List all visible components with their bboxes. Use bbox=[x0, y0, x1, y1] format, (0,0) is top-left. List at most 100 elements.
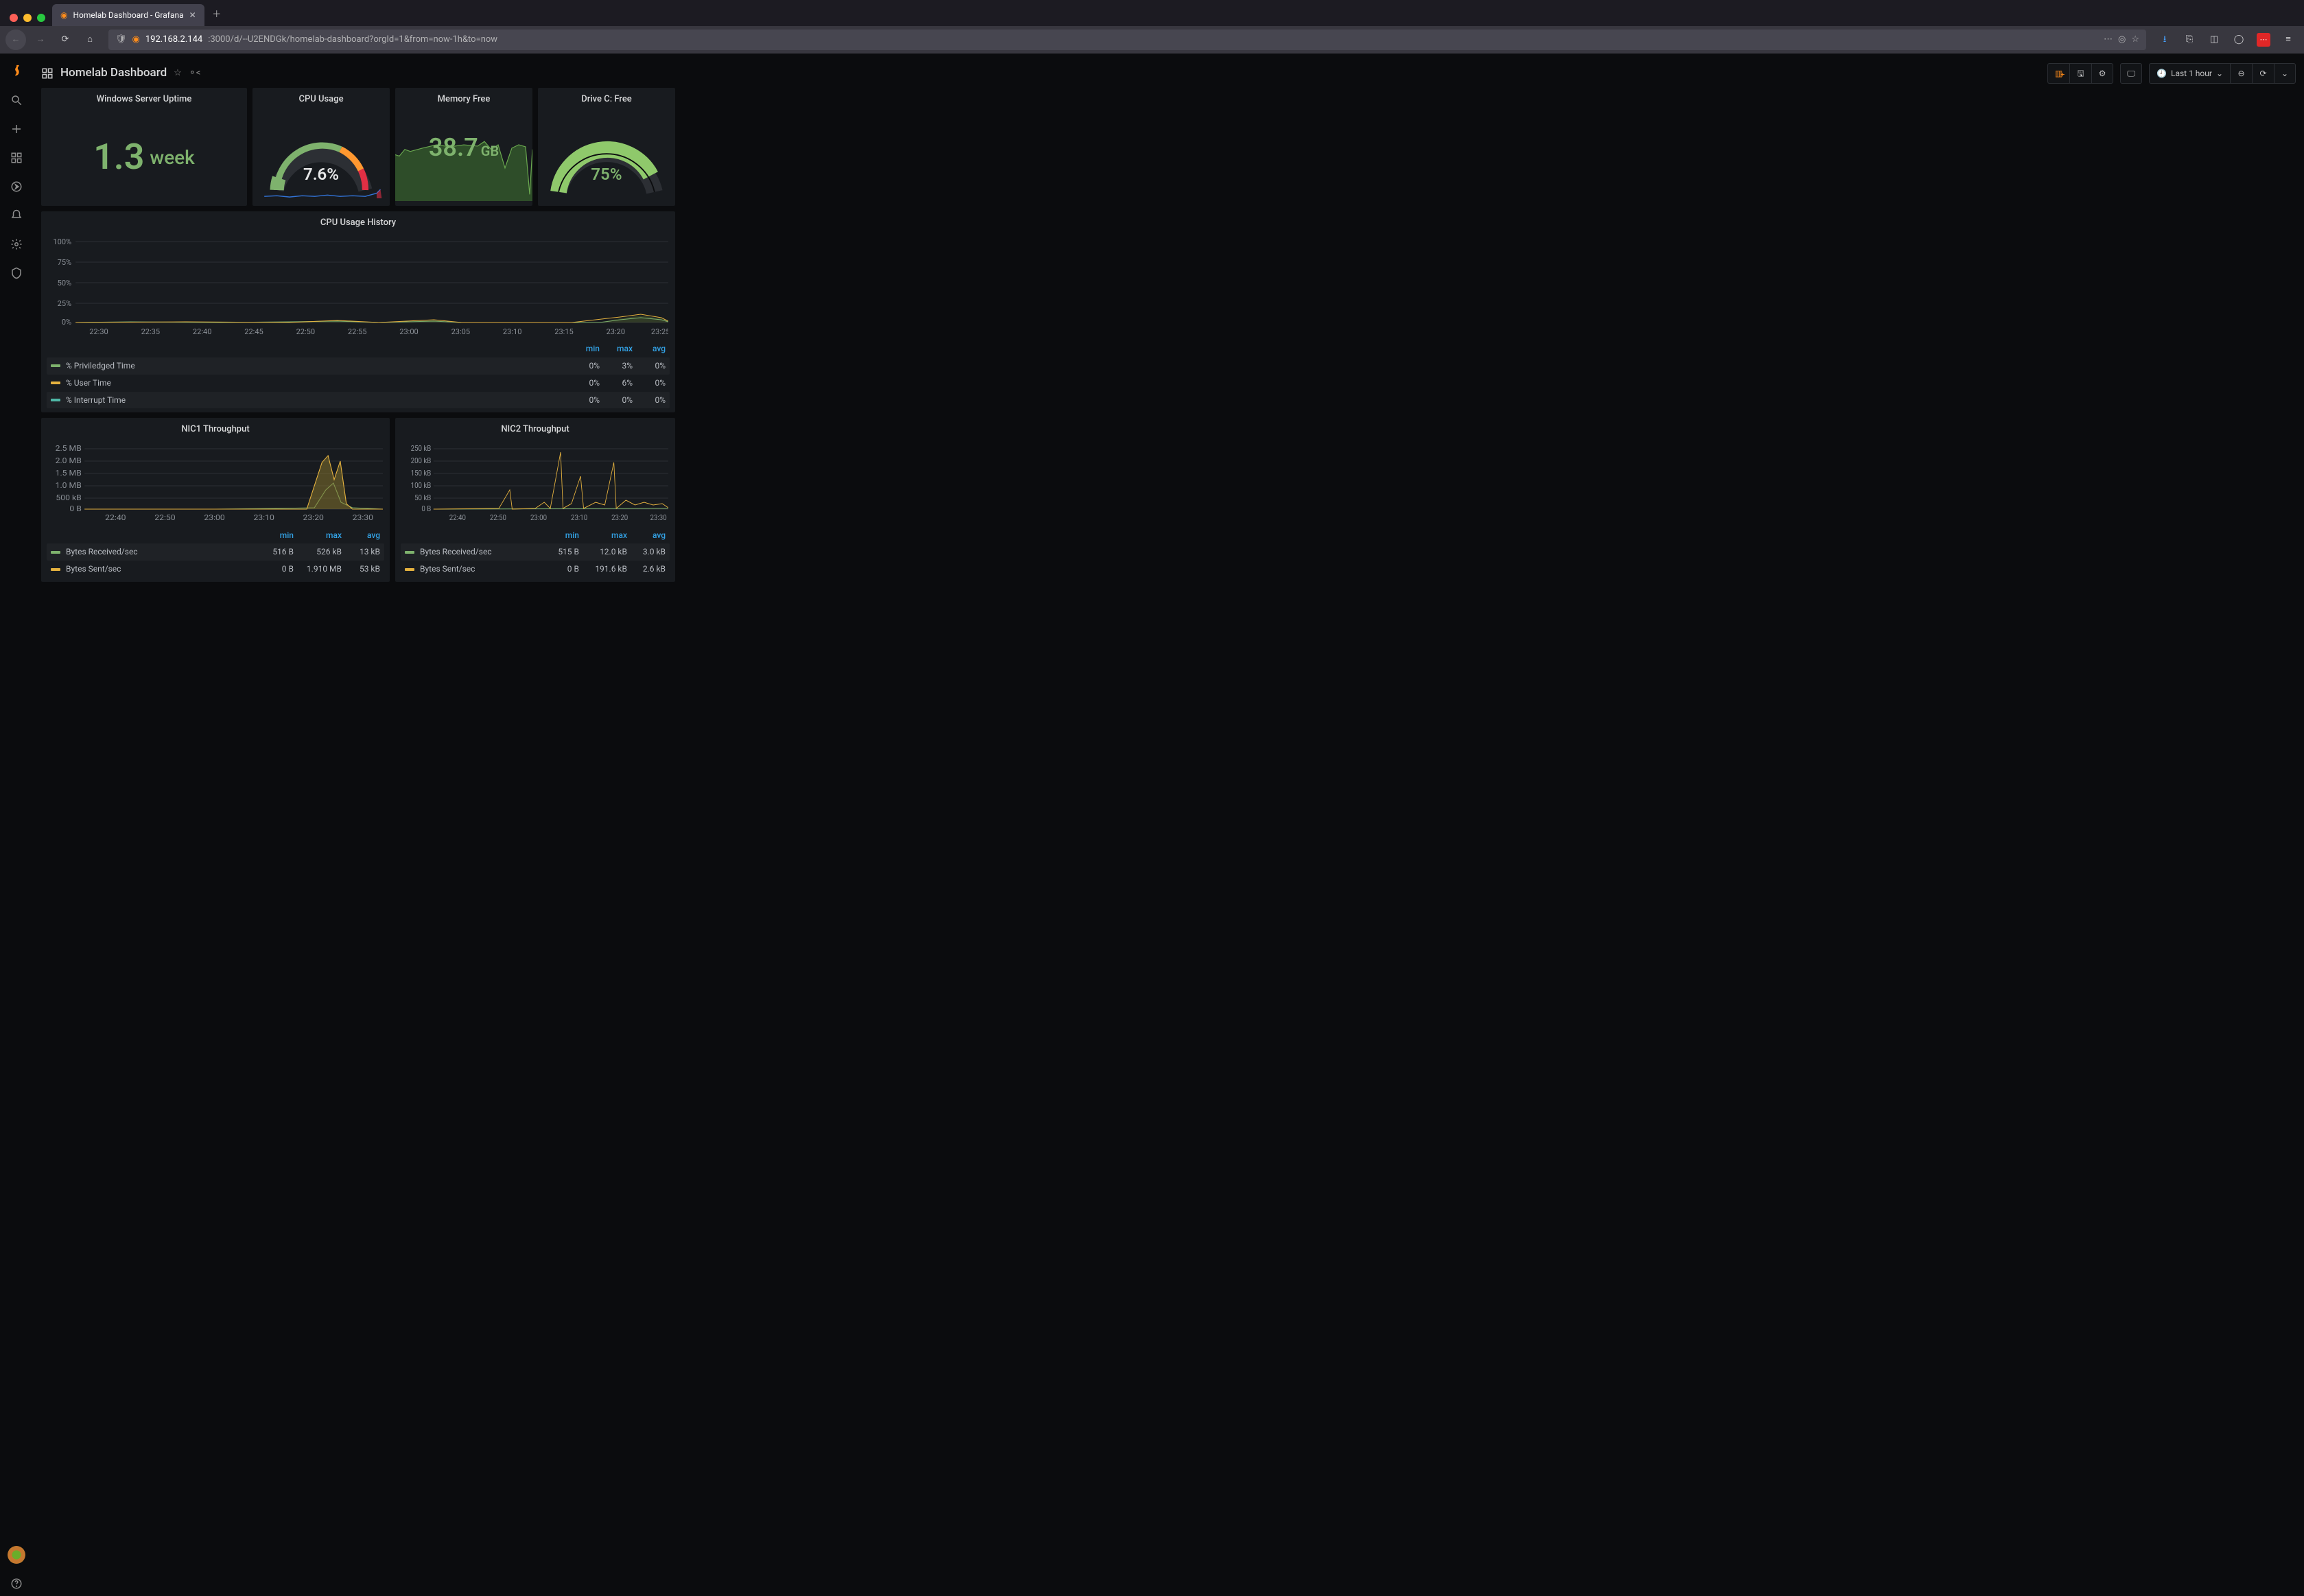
explore-button[interactable] bbox=[4, 174, 29, 199]
page-title: Homelab Dashboard bbox=[60, 65, 167, 82]
save-button[interactable]: 🖫 bbox=[2069, 63, 2091, 84]
nic2-chart: 250 kB 200 kB 150 kB 100 kB 50 kB 0 B 22… bbox=[402, 442, 668, 524]
memory-free-value: 38.7GB bbox=[429, 130, 499, 165]
svg-text:100 kB: 100 kB bbox=[411, 480, 432, 490]
svg-text:23:30: 23:30 bbox=[650, 513, 667, 522]
svg-text:22:50: 22:50 bbox=[154, 513, 175, 521]
maximize-window-icon[interactable] bbox=[37, 14, 45, 22]
legend-row[interactable]: Bytes Received/sec516 B526 kB13 kB bbox=[47, 543, 384, 561]
extension-red-icon: ⋯ bbox=[2257, 33, 2270, 47]
avatar-icon bbox=[8, 1546, 25, 1564]
svg-text:23:20: 23:20 bbox=[607, 327, 625, 336]
share-dashboard-icon[interactable]: ⚬< bbox=[189, 67, 201, 80]
add-panel-button[interactable]: ▥+ bbox=[2047, 63, 2069, 84]
svg-text:23:00: 23:00 bbox=[399, 327, 418, 336]
minimize-window-icon[interactable] bbox=[23, 14, 32, 22]
dashboards-button[interactable] bbox=[4, 145, 29, 170]
star-dashboard-icon[interactable]: ☆ bbox=[174, 67, 182, 80]
cycle-view-button[interactable]: 🖵 bbox=[2120, 63, 2142, 84]
close-window-icon[interactable] bbox=[10, 14, 18, 22]
panel-uptime[interactable]: Windows Server Uptime 1.3 week bbox=[41, 88, 247, 206]
legend-row[interactable]: % Interrupt Time0%0%0% bbox=[47, 392, 670, 409]
panel-title: NIC1 Throughput bbox=[41, 418, 390, 438]
create-button[interactable] bbox=[4, 117, 29, 141]
server-admin-button[interactable] bbox=[4, 261, 29, 285]
svg-text:22:40: 22:40 bbox=[449, 513, 466, 522]
more-actions-icon[interactable]: ⋯ bbox=[2104, 34, 2113, 46]
library-button[interactable]: ⎘ bbox=[2179, 30, 2200, 50]
sidebar-button[interactable]: ◫ bbox=[2204, 30, 2224, 50]
svg-text:0%: 0% bbox=[62, 318, 71, 327]
clock-icon: 🕘 bbox=[2156, 68, 2167, 80]
extension-button[interactable]: ⋯ bbox=[2253, 30, 2274, 50]
save-icon: 🖫 bbox=[2077, 68, 2084, 80]
home-button[interactable]: ⌂ bbox=[80, 30, 100, 50]
nic1-chart: 2.5 MB 2.0 MB 1.5 MB 1.0 MB 500 kB 0 B 2… bbox=[48, 442, 383, 524]
side-nav bbox=[0, 54, 33, 1596]
panel-nic2[interactable]: NIC2 Throughput 250 kB 200 kB bbox=[395, 418, 675, 582]
panel-title: CPU Usage bbox=[252, 88, 390, 108]
legend-row[interactable]: % Priviledged Time0%3%0% bbox=[47, 357, 670, 375]
grafana-logo-icon[interactable] bbox=[4, 59, 29, 84]
uptime-value: 1.3 week bbox=[41, 108, 247, 206]
settings-button[interactable]: ⚙ bbox=[2091, 63, 2113, 84]
reader-view-icon[interactable]: ◎ bbox=[2118, 34, 2126, 46]
svg-text:22:50: 22:50 bbox=[490, 513, 506, 522]
panel-title: Memory Free bbox=[395, 88, 532, 108]
new-tab-button[interactable]: ＋ bbox=[207, 5, 226, 25]
forward-button[interactable]: → bbox=[30, 30, 51, 50]
shield-icon[interactable]: 🛡 bbox=[115, 34, 127, 46]
app-menu-button[interactable]: ≡ bbox=[2278, 30, 2299, 50]
svg-text:22:40: 22:40 bbox=[105, 513, 126, 521]
cpu-history-chart: 100% 75% 50% 25% 0% 22:30 22:35 bbox=[48, 235, 668, 338]
refresh-interval-picker[interactable]: ⌄ bbox=[2274, 63, 2296, 84]
grafana-favicon-icon: ◉ bbox=[60, 10, 67, 21]
refresh-icon: ⟳ bbox=[2259, 68, 2266, 80]
bookmark-star-icon[interactable]: ☆ bbox=[2131, 34, 2139, 46]
svg-text:23:20: 23:20 bbox=[611, 513, 628, 522]
dashboard-list-icon[interactable] bbox=[41, 67, 54, 80]
help-button[interactable] bbox=[4, 1571, 29, 1596]
address-bar[interactable]: 🛡 ◉ 192.168.2.144:3000/d/--U2ENDGk/homel… bbox=[108, 30, 2146, 50]
search-button[interactable] bbox=[4, 88, 29, 113]
drive-gauge bbox=[543, 114, 670, 203]
svg-text:22:50: 22:50 bbox=[296, 327, 315, 336]
svg-text:1.5 MB: 1.5 MB bbox=[56, 468, 82, 477]
window-controls bbox=[5, 14, 52, 26]
user-avatar[interactable] bbox=[4, 1542, 29, 1567]
svg-text:23:10: 23:10 bbox=[503, 327, 521, 336]
alerting-button[interactable] bbox=[4, 203, 29, 228]
panel-drive-c[interactable]: Drive C: Free 75% bbox=[538, 88, 675, 206]
zoom-out-button[interactable]: ⊖ bbox=[2230, 63, 2252, 84]
drive-gauge-value: 75% bbox=[538, 163, 675, 187]
gear-icon: ⚙ bbox=[2099, 68, 2106, 80]
panel-cpu-usage[interactable]: CPU Usage 7.6% bbox=[252, 88, 390, 206]
svg-text:23:00: 23:00 bbox=[530, 513, 547, 522]
svg-text:23:30: 23:30 bbox=[353, 513, 373, 521]
browser-tab[interactable]: ◉ Homelab Dashboard - Grafana ✕ bbox=[52, 4, 204, 26]
legend-row[interactable]: Bytes Received/sec515 B12.0 kB3.0 kB bbox=[401, 543, 670, 561]
legend-row[interactable]: Bytes Sent/sec0 B191.6 kB2.6 kB bbox=[401, 561, 670, 578]
svg-text:100%: 100% bbox=[53, 237, 71, 246]
legend-row[interactable]: Bytes Sent/sec0 B1.910 MB53 kB bbox=[47, 561, 384, 578]
configuration-button[interactable] bbox=[4, 232, 29, 257]
panel-memory-free[interactable]: Memory Free 38.7GB bbox=[395, 88, 532, 206]
reload-button[interactable]: ⟳ bbox=[55, 30, 75, 50]
svg-text:1.0 MB: 1.0 MB bbox=[56, 480, 82, 489]
downloads-button[interactable]: ⭳ bbox=[2154, 30, 2175, 50]
panel-nic1[interactable]: NIC1 Throughput 2.5 MB 2.0 MB bbox=[41, 418, 390, 582]
time-range-picker[interactable]: 🕘Last 1 hour⌄ bbox=[2149, 63, 2230, 84]
grafana-app: Homelab Dashboard ☆ ⚬< ▥+ 🖫 ⚙ 🖵 🕘Last 1 … bbox=[0, 54, 2304, 1596]
close-tab-icon[interactable]: ✕ bbox=[189, 10, 196, 21]
panel-cpu-history[interactable]: CPU Usage History 100% 75% 50% bbox=[41, 211, 675, 412]
refresh-button[interactable]: ⟳ bbox=[2252, 63, 2274, 84]
legend-row[interactable]: % User Time0%6%0% bbox=[47, 375, 670, 392]
svg-text:23:20: 23:20 bbox=[303, 513, 324, 521]
svg-text:2.5 MB: 2.5 MB bbox=[56, 443, 82, 452]
back-button[interactable]: ← bbox=[5, 30, 26, 50]
svg-text:23:10: 23:10 bbox=[253, 513, 274, 521]
svg-text:22:45: 22:45 bbox=[244, 327, 263, 336]
browser-toolbar: ← → ⟳ ⌂ 🛡 ◉ 192.168.2.144:3000/d/--U2END… bbox=[0, 26, 2304, 54]
svg-text:50 kB: 50 kB bbox=[414, 493, 431, 502]
account-button[interactable]: ◯ bbox=[2229, 30, 2249, 50]
